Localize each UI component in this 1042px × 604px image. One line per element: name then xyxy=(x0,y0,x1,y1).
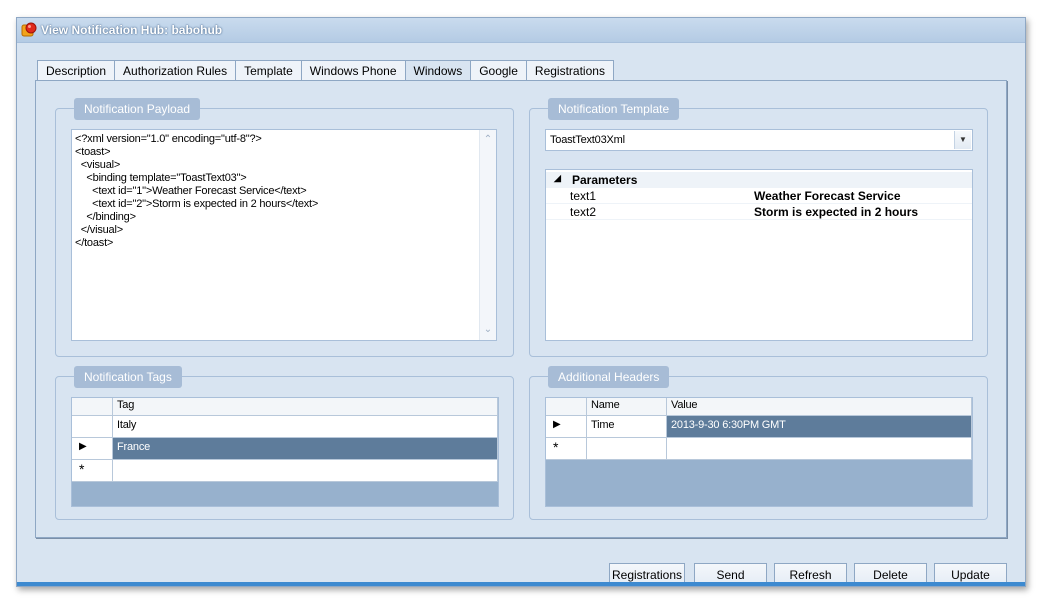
additional-headers-title: Additional Headers xyxy=(548,366,670,388)
value-column-header[interactable]: Value xyxy=(667,398,972,416)
header-name-cell[interactable]: Time xyxy=(587,416,667,438)
name-column-header[interactable]: Name xyxy=(587,398,667,416)
new-header-name-cell[interactable] xyxy=(587,438,667,460)
tab-template[interactable]: Template xyxy=(235,60,302,80)
payload-xml-text[interactable]: <?xml version="1.0" encoding="utf-8"?> <… xyxy=(75,133,475,250)
tag-cell[interactable]: Italy xyxy=(113,416,498,438)
param-value[interactable]: Weather Forecast Service xyxy=(754,189,901,203)
payload-scrollbar[interactable]: ⌃ ⌄ xyxy=(479,130,496,340)
template-select-value: ToastText03Xml xyxy=(550,134,625,146)
tab-registrations[interactable]: Registrations xyxy=(525,60,614,80)
tab-authorization-rules[interactable]: Authorization Rules xyxy=(114,60,237,80)
parameters-category-label: Parameters xyxy=(572,173,638,187)
param-value[interactable]: Storm is expected in 2 hours xyxy=(754,205,918,219)
row-header[interactable] xyxy=(72,416,113,438)
parameters-category[interactable]: ◢ Parameters xyxy=(546,172,972,188)
new-row-asterisk-icon[interactable]: * xyxy=(546,438,587,460)
tab-strip: Description Authorization Rules Template… xyxy=(37,60,614,81)
notification-payload-title: Notification Payload xyxy=(74,98,201,120)
tab-windows[interactable]: Windows xyxy=(404,60,472,81)
notification-payload-group: Notification Payload <?xml version="1.0"… xyxy=(55,98,514,357)
tab-google[interactable]: Google xyxy=(470,60,527,80)
parameters-property-grid: ◢ Parameters text1 Weather Forecast Serv… xyxy=(545,169,973,341)
new-tag-cell[interactable] xyxy=(113,460,498,482)
notification-tags-group: Notification Tags Tag Italy ▶ France * xyxy=(55,366,514,520)
windows-tab-page: Notification Payload <?xml version="1.0"… xyxy=(35,80,1007,538)
template-select[interactable]: ToastText03Xml ▼ xyxy=(545,129,973,151)
tag-column-header[interactable]: Tag xyxy=(113,398,498,416)
headers-grid: Name Value ▶ Time 2013-9-30 6:30PM GMT * xyxy=(545,397,973,507)
tab-description[interactable]: Description xyxy=(37,60,116,80)
dropdown-arrow-icon[interactable]: ▼ xyxy=(954,131,971,149)
param-key: text1 xyxy=(570,189,597,203)
param-row-text1[interactable]: text1 Weather Forecast Service xyxy=(546,188,972,204)
param-row-text2[interactable]: text2 Storm is expected in 2 hours xyxy=(546,204,972,220)
scroll-up-icon[interactable]: ⌃ xyxy=(480,132,496,148)
collapse-triangle-icon[interactable]: ◢ xyxy=(554,173,561,184)
notification-hub-window: View Notification Hub: babohub Descripti… xyxy=(16,17,1026,587)
header-value-cell-selected[interactable]: 2013-9-30 6:30PM GMT xyxy=(667,416,972,438)
tags-grid: Tag Italy ▶ France * xyxy=(71,397,499,507)
window-title: View Notification Hub: babohub xyxy=(41,23,223,37)
notification-template-group: Notification Template ToastText03Xml ▼ ◢… xyxy=(529,98,988,357)
notification-tags-title: Notification Tags xyxy=(74,366,182,388)
param-key: text2 xyxy=(570,205,597,219)
new-row-asterisk-icon[interactable]: * xyxy=(72,460,113,482)
app-icon xyxy=(21,22,37,37)
scroll-down-icon[interactable]: ⌄ xyxy=(480,322,496,338)
grid-corner-header xyxy=(72,398,113,416)
payload-xml-textarea[interactable]: <?xml version="1.0" encoding="utf-8"?> <… xyxy=(71,129,497,341)
tab-windows-phone[interactable]: Windows Phone xyxy=(300,60,406,80)
current-row-arrow-icon[interactable]: ▶ xyxy=(72,438,113,460)
grid-corner-header xyxy=(546,398,587,416)
notification-template-title: Notification Template xyxy=(548,98,680,120)
tag-cell-selected[interactable]: France xyxy=(113,438,498,460)
title-bar: View Notification Hub: babohub xyxy=(17,18,1025,43)
current-row-arrow-icon[interactable]: ▶ xyxy=(546,416,587,438)
additional-headers-group: Additional Headers Name Value ▶ Time 201… xyxy=(529,366,988,520)
new-header-value-cell[interactable] xyxy=(667,438,972,460)
window-bottom-accent xyxy=(17,582,1025,586)
